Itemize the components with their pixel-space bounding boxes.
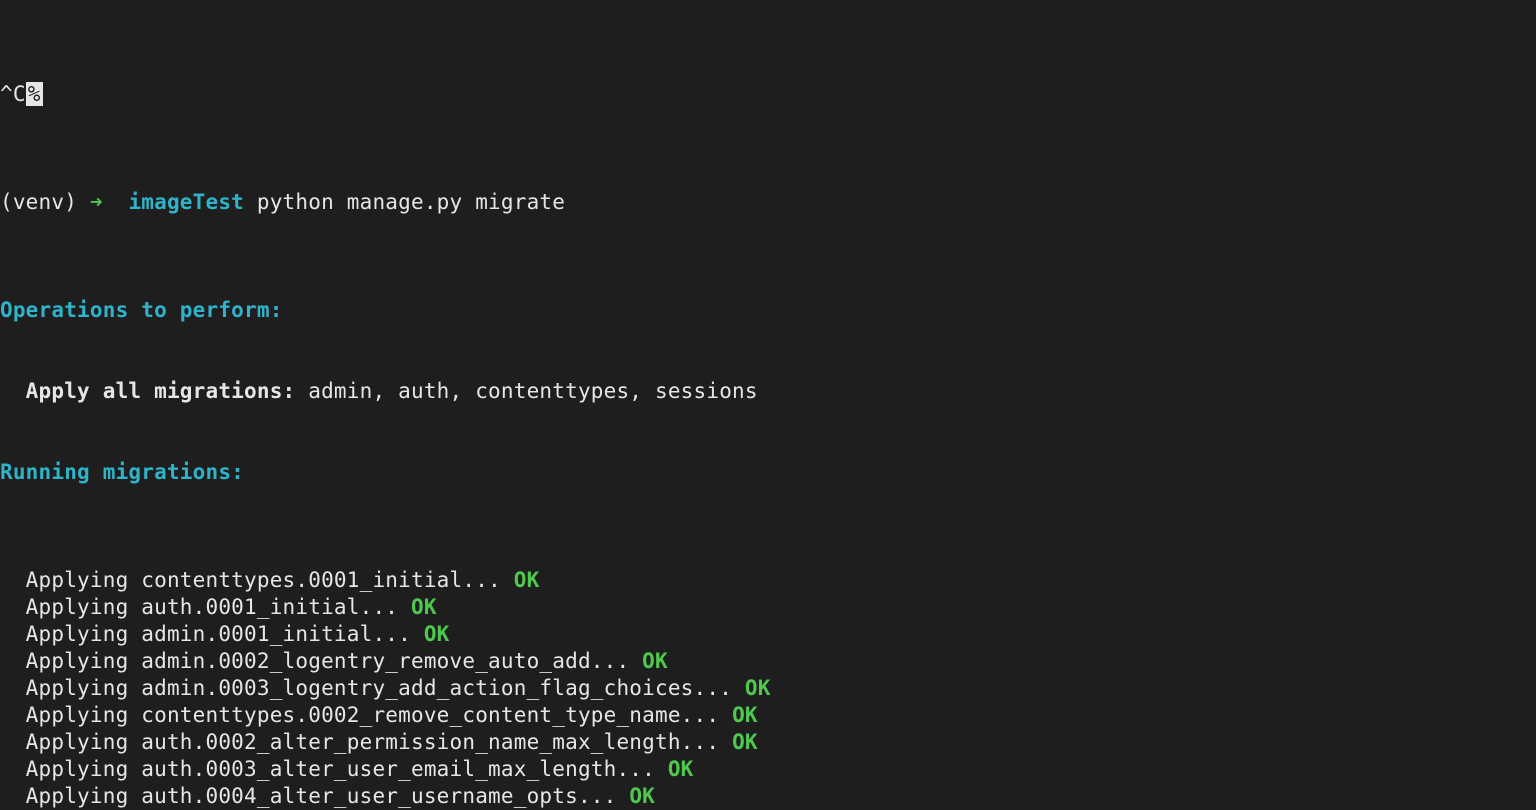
migration-line: Applying auth.0001_initial... OK [0, 594, 1536, 621]
apply-all-line: Apply all migrations: admin, auth, conte… [0, 378, 1536, 405]
running-heading: Running migrations: [0, 459, 1536, 486]
command-text: python manage.py migrate [257, 190, 565, 214]
ctrl-c-icon: ^C% [0, 81, 43, 108]
migration-ok: OK [424, 622, 450, 646]
migration-list: Applying contenttypes.0001_initial... OK… [0, 567, 1536, 810]
migration-ok: OK [642, 649, 668, 673]
operations-heading: Operations to perform: [0, 297, 1536, 324]
migration-line: Applying admin.0002_logentry_remove_auto… [0, 648, 1536, 675]
prompt-line: (venv) ➜ imageTest python manage.py migr… [0, 189, 1536, 216]
migration-text: Applying auth.0003_alter_user_email_max_… [0, 757, 668, 781]
migration-line: Applying contenttypes.0002_remove_conten… [0, 702, 1536, 729]
interrupt-line: ^C% [0, 81, 1536, 108]
migration-ok: OK [745, 676, 771, 700]
migration-line: Applying contenttypes.0001_initial... OK [0, 567, 1536, 594]
migration-line: Applying admin.0001_initial... OK [0, 621, 1536, 648]
prompt-arrow-icon: ➜ [90, 190, 103, 214]
migration-text: Applying contenttypes.0001_initial... [0, 568, 514, 592]
apply-all-label: Apply all migrations: [0, 379, 295, 403]
migration-ok: OK [732, 703, 758, 727]
migration-text: Applying auth.0004_alter_user_username_o… [0, 784, 629, 808]
apply-all-apps: admin, auth, contenttypes, sessions [295, 379, 757, 403]
migration-text: Applying admin.0002_logentry_remove_auto… [0, 649, 642, 673]
migration-text: Applying auth.0002_alter_permission_name… [0, 730, 732, 754]
terminal[interactable]: ^C% (venv) ➜ imageTest python manage.py … [0, 0, 1536, 810]
migration-text: Applying admin.0003_logentry_add_action_… [0, 676, 745, 700]
migration-line: Applying admin.0003_logentry_add_action_… [0, 675, 1536, 702]
migration-text: Applying admin.0001_initial... [0, 622, 424, 646]
migration-ok: OK [629, 784, 655, 808]
migration-ok: OK [514, 568, 540, 592]
migration-ok: OK [668, 757, 694, 781]
venv-label: (venv) [0, 190, 77, 214]
migration-line: Applying auth.0002_alter_permission_name… [0, 729, 1536, 756]
migration-ok: OK [411, 595, 437, 619]
migration-line: Applying auth.0004_alter_user_username_o… [0, 783, 1536, 810]
cwd-label: imageTest [128, 190, 244, 214]
migration-line: Applying auth.0003_alter_user_email_max_… [0, 756, 1536, 783]
migration-ok: OK [732, 730, 758, 754]
migration-text: Applying auth.0001_initial... [0, 595, 411, 619]
migration-text: Applying contenttypes.0002_remove_conten… [0, 703, 732, 727]
